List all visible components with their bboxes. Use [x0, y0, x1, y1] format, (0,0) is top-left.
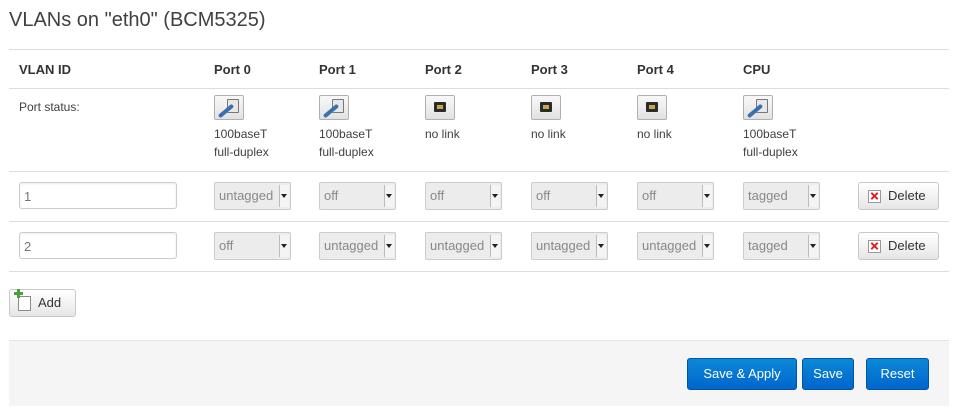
- cpu-duplex: full-duplex: [743, 145, 798, 159]
- port0-select[interactable]: off: [214, 232, 291, 260]
- select-value: untagged: [430, 238, 485, 253]
- delete-label: Delete: [888, 188, 926, 203]
- cpu-status: 100baseT full-duplex: [743, 95, 843, 161]
- page-title: VLANs on "eth0" (BCM5325): [9, 9, 266, 31]
- dropdown-arrow-icon: [596, 185, 606, 207]
- delete-button[interactable]: Delete: [858, 182, 939, 210]
- select-value: untagged: [219, 188, 274, 203]
- delete-button[interactable]: Delete: [858, 232, 939, 260]
- port3-status: no link: [531, 95, 631, 143]
- reset-button[interactable]: Reset: [866, 358, 929, 390]
- select-value: off: [219, 238, 234, 253]
- port0-status: 100baseT full-duplex: [214, 95, 314, 161]
- port3-select[interactable]: untagged: [531, 232, 608, 260]
- select-value: untagged: [642, 238, 697, 253]
- port3-select[interactable]: off: [531, 182, 608, 210]
- port2-select[interactable]: off: [425, 182, 502, 210]
- cpu-select[interactable]: tagged: [743, 182, 820, 210]
- port-connected-icon: [743, 95, 773, 120]
- dropdown-arrow-icon: [808, 235, 818, 257]
- port0-speed: 100baseT: [214, 127, 268, 141]
- port-status-row: Port status: 100baseT full-duplex 100bas…: [9, 89, 949, 172]
- table-header: VLAN ID Port 0 Port 1 Port 2 Port 3 Port…: [9, 49, 949, 89]
- select-value: off: [642, 188, 657, 203]
- dropdown-arrow-icon: [384, 185, 394, 207]
- add-label: Add: [38, 295, 62, 310]
- delete-label: Delete: [888, 238, 926, 253]
- header-port0: Port 0: [214, 62, 251, 77]
- port1-speed: 100baseT: [319, 127, 373, 141]
- select-value: untagged: [324, 238, 379, 253]
- add-button[interactable]: Add: [9, 289, 76, 317]
- port-connected-icon: [214, 95, 244, 120]
- port-nolink-icon: [531, 95, 561, 120]
- port0-duplex: full-duplex: [214, 145, 269, 159]
- port4-select[interactable]: off: [637, 182, 714, 210]
- port4-speed: no link: [637, 127, 672, 141]
- select-value: tagged: [748, 188, 788, 203]
- table-row: 1 untagged off off off off tagged Delete: [9, 172, 949, 222]
- cpu-select[interactable]: tagged: [743, 232, 820, 260]
- header-port1: Port 1: [319, 62, 356, 77]
- port2-speed: no link: [425, 127, 460, 141]
- dropdown-arrow-icon: [702, 185, 712, 207]
- header-port2: Port 2: [425, 62, 462, 77]
- select-value: off: [324, 188, 339, 203]
- dropdown-arrow-icon: [490, 235, 500, 257]
- save-apply-button[interactable]: Save & Apply: [687, 358, 797, 390]
- vlan-id-input[interactable]: 1: [19, 182, 177, 209]
- save-button[interactable]: Save: [802, 358, 854, 390]
- vlan-table: VLAN ID Port 0 Port 1 Port 2 Port 3 Port…: [9, 49, 949, 272]
- port-status-label: Port status:: [19, 100, 80, 114]
- port1-duplex: full-duplex: [319, 145, 374, 159]
- cpu-speed: 100baseT: [743, 127, 797, 141]
- add-icon: [14, 289, 31, 311]
- dropdown-arrow-icon: [808, 185, 818, 207]
- select-value: off: [536, 188, 551, 203]
- form-footer: Save & Apply Save Reset: [9, 340, 949, 406]
- dropdown-arrow-icon: [279, 235, 289, 257]
- select-value: untagged: [536, 238, 591, 253]
- dropdown-arrow-icon: [490, 185, 500, 207]
- select-value: off: [430, 188, 445, 203]
- dropdown-arrow-icon: [596, 235, 606, 257]
- vlan-id-input[interactable]: 2: [19, 232, 177, 259]
- port-connected-icon: [319, 95, 349, 120]
- table-row: 2 off untagged untagged untagged untagge…: [9, 222, 949, 272]
- port2-select[interactable]: untagged: [425, 232, 502, 260]
- port-nolink-icon: [637, 95, 667, 120]
- header-vlan-id: VLAN ID: [19, 62, 71, 77]
- port1-select[interactable]: untagged: [319, 232, 396, 260]
- port1-status: 100baseT full-duplex: [319, 95, 419, 161]
- header-port4: Port 4: [637, 62, 674, 77]
- delete-icon: [868, 190, 881, 203]
- dropdown-arrow-icon: [279, 185, 289, 207]
- port1-select[interactable]: off: [319, 182, 396, 210]
- dropdown-arrow-icon: [702, 235, 712, 257]
- port-nolink-icon: [425, 95, 455, 120]
- dropdown-arrow-icon: [384, 235, 394, 257]
- header-cpu: CPU: [743, 62, 771, 77]
- port3-speed: no link: [531, 127, 566, 141]
- port4-status: no link: [637, 95, 737, 143]
- select-value: tagged: [748, 238, 788, 253]
- port0-select[interactable]: untagged: [214, 182, 291, 210]
- port2-status: no link: [425, 95, 525, 143]
- port4-select[interactable]: untagged: [637, 232, 714, 260]
- header-port3: Port 3: [531, 62, 568, 77]
- delete-icon: [868, 240, 881, 253]
